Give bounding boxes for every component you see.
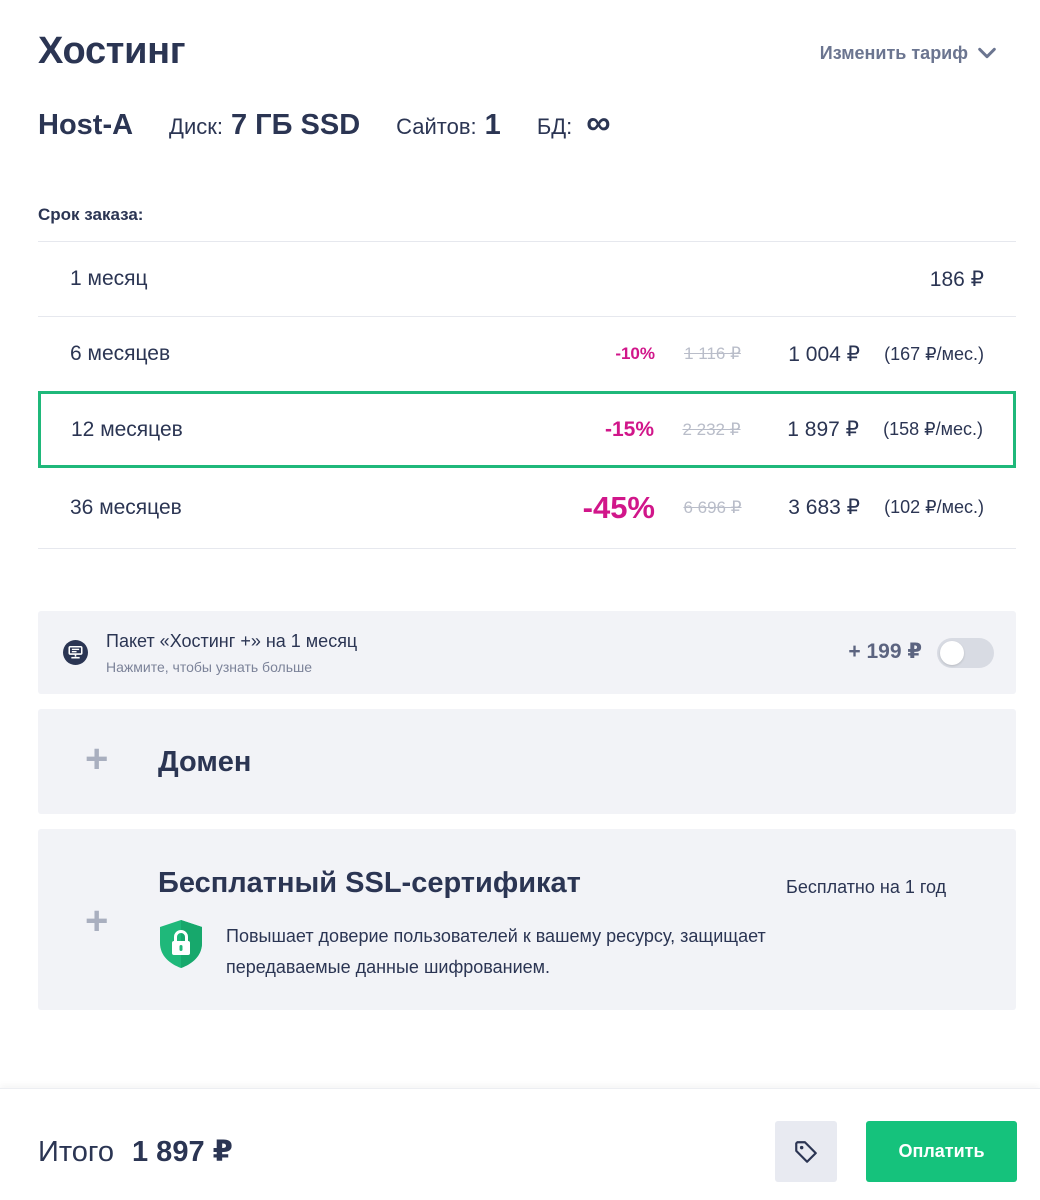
period-name: 6 месяцев	[70, 342, 171, 365]
period-option-6[interactable]: 6 месяцев -10% 1 116 ₽ 1 004 ₽ (167 ₽/ме…	[38, 317, 1016, 392]
server-icon	[63, 640, 88, 665]
shield-lock-icon	[160, 920, 202, 968]
period-name: 12 месяцев	[71, 417, 183, 441]
per-month-price: (102 ₽/мес.)	[884, 497, 984, 517]
period-price: 1 004 ₽	[788, 342, 860, 366]
period-option-1[interactable]: 1 месяц 186 ₽	[38, 242, 1016, 317]
old-price: 1 116 ₽	[684, 344, 741, 363]
old-price: 2 232 ₽	[682, 419, 741, 439]
old-price: 6 696 ₽	[683, 497, 742, 517]
ssl-free-label: Бесплатно на 1 год	[786, 877, 947, 897]
header: Хостинг Изменить тариф	[38, 30, 998, 80]
ssl-title: Бесплатный SSL-сертификат	[158, 867, 581, 899]
per-month-price: (158 ₽/мес.)	[883, 419, 983, 439]
discount-badge: -15%	[604, 417, 654, 441]
ssl-section[interactable]: + Бесплатный SSL-сертификат Бесплатно на…	[38, 829, 1016, 1010]
sites-value: 1	[484, 109, 501, 141]
period-label: Срок заказа:	[38, 205, 144, 224]
chevron-down-icon	[978, 47, 996, 59]
addon-title: Пакет «Хостинг +» на 1 месяц	[106, 631, 358, 651]
change-tariff-button[interactable]: Изменить тариф	[820, 42, 998, 64]
domain-title: Домен	[158, 746, 252, 778]
toggle-knob	[940, 641, 964, 665]
period-list: 1 месяц 186 ₽ 6 месяцев -10% 1 116 ₽ 1 0…	[38, 241, 1016, 549]
hosting-plus-addon[interactable]: Пакет «Хостинг +» на 1 месяц Нажмите, чт…	[38, 611, 1016, 694]
tag-icon	[795, 1140, 817, 1163]
period-name: 1 месяц	[70, 267, 148, 290]
plan-specs: Host-A Диск: 7 ГБ SSD Сайтов: 1 БД: ∞	[38, 106, 611, 142]
ssl-description: Повышает доверие пользователей к вашему …	[226, 926, 766, 977]
promo-code-button[interactable]	[775, 1121, 837, 1182]
period-option-12[interactable]: 12 месяцев -15% 2 232 ₽ 1 897 ₽ (158 ₽/м…	[38, 391, 1016, 468]
addon-price: + 199 ₽	[848, 640, 922, 663]
addon-subtitle: Нажмите, чтобы узнать больше	[106, 659, 313, 675]
disk-label: Диск:	[169, 114, 223, 139]
period-price: 186 ₽	[929, 267, 984, 291]
period-option-36[interactable]: 36 месяцев -45% 6 696 ₽ 3 683 ₽ (102 ₽/м…	[38, 467, 1016, 549]
plus-icon: +	[85, 899, 109, 943]
period-price: 3 683 ₽	[788, 496, 860, 519]
pay-button[interactable]: Оплатить	[866, 1121, 1017, 1182]
db-value: ∞	[586, 104, 611, 142]
domain-section[interactable]: + Домен	[38, 709, 1016, 814]
plan-name: Host-A	[38, 109, 134, 141]
db-label: БД:	[536, 114, 573, 139]
discount-badge: -45%	[582, 489, 655, 525]
change-tariff-label: Изменить тариф	[819, 42, 968, 63]
disk-value: 7 ГБ SSD	[230, 109, 361, 141]
period-name: 36 месяцев	[70, 495, 182, 519]
per-month-price: (167 ₽/мес.)	[884, 343, 984, 364]
footer: Итого 1 897 ₽ Оплатить	[0, 1088, 1040, 1200]
period-price: 1 897 ₽	[787, 418, 859, 441]
sites-label: Сайтов:	[396, 114, 477, 139]
discount-badge: -10%	[615, 344, 655, 363]
total-value: 1 897 ₽	[132, 1136, 233, 1168]
plus-icon: +	[85, 737, 109, 781]
addon-toggle[interactable]	[937, 638, 994, 668]
total-label: Итого	[38, 1136, 114, 1168]
